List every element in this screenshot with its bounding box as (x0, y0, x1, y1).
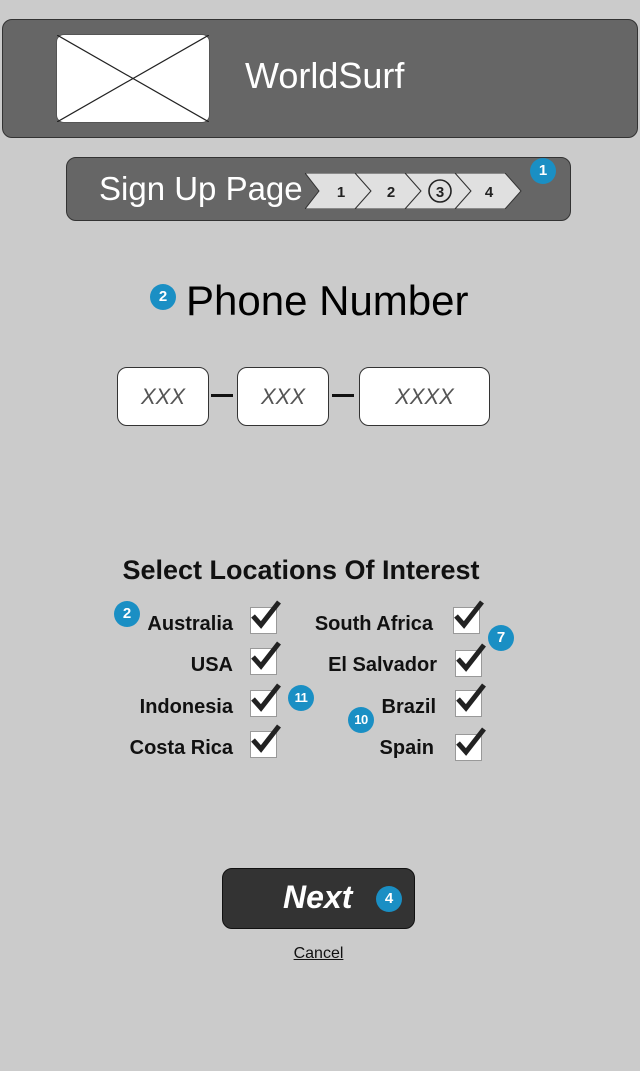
app-header: WorldSurf (2, 19, 638, 138)
logo-placeholder-icon (56, 34, 210, 123)
annotation-badge: 11 (288, 685, 314, 711)
signup-progress-bar: Sign Up Page 1 2 3 4 (66, 157, 571, 221)
checkbox-el-salvador[interactable] (455, 643, 486, 677)
location-label-costa-rica: Costa Rica (129, 737, 233, 759)
phone-line-number-input[interactable] (359, 367, 490, 426)
checkbox-brazil[interactable] (455, 683, 486, 717)
location-label-spain: Spain (379, 737, 434, 759)
location-label-australia: Australia (147, 613, 233, 635)
checkbox-costa-rica[interactable] (250, 724, 281, 758)
next-button-label: Next (283, 879, 353, 915)
phone-prefix-input[interactable] (237, 367, 329, 426)
annotation-badge: 7 (488, 625, 514, 651)
phone-separator (332, 394, 354, 397)
page-title: Sign Up Page (99, 170, 303, 207)
annotation-badge: 2 (150, 284, 176, 310)
step-4-label: 4 (485, 184, 494, 201)
phone-area-code-input[interactable] (117, 367, 209, 426)
step-3-label: 3 (436, 184, 444, 201)
checkbox-indonesia[interactable] (250, 683, 281, 717)
location-label-el-salvador: El Salvador (328, 654, 437, 676)
brand-name: WorldSurf (245, 55, 405, 96)
location-label-south-africa: South Africa (314, 613, 433, 635)
location-label-indonesia: Indonesia (139, 696, 233, 718)
step-indicator: 1 2 3 4 (305, 173, 522, 209)
cancel-link[interactable]: Cancel (0, 944, 637, 964)
phone-number-heading: Phone Number (186, 277, 469, 324)
next-button[interactable]: Next 4 (222, 868, 415, 929)
phone-separator (211, 394, 233, 397)
locations-heading: Select Locations Of Interest (122, 555, 480, 585)
annotation-badge: 1 (530, 158, 556, 184)
location-label-brazil: Brazil (381, 696, 436, 718)
checkbox-south-africa[interactable] (453, 600, 484, 634)
checkbox-australia[interactable] (250, 600, 281, 634)
location-label-usa: USA (190, 654, 233, 676)
checkbox-spain[interactable] (455, 727, 486, 761)
checkbox-usa[interactable] (250, 641, 281, 675)
step-2-label: 2 (387, 184, 395, 201)
step-1-label: 1 (337, 184, 345, 201)
annotation-badge: 4 (376, 886, 402, 912)
